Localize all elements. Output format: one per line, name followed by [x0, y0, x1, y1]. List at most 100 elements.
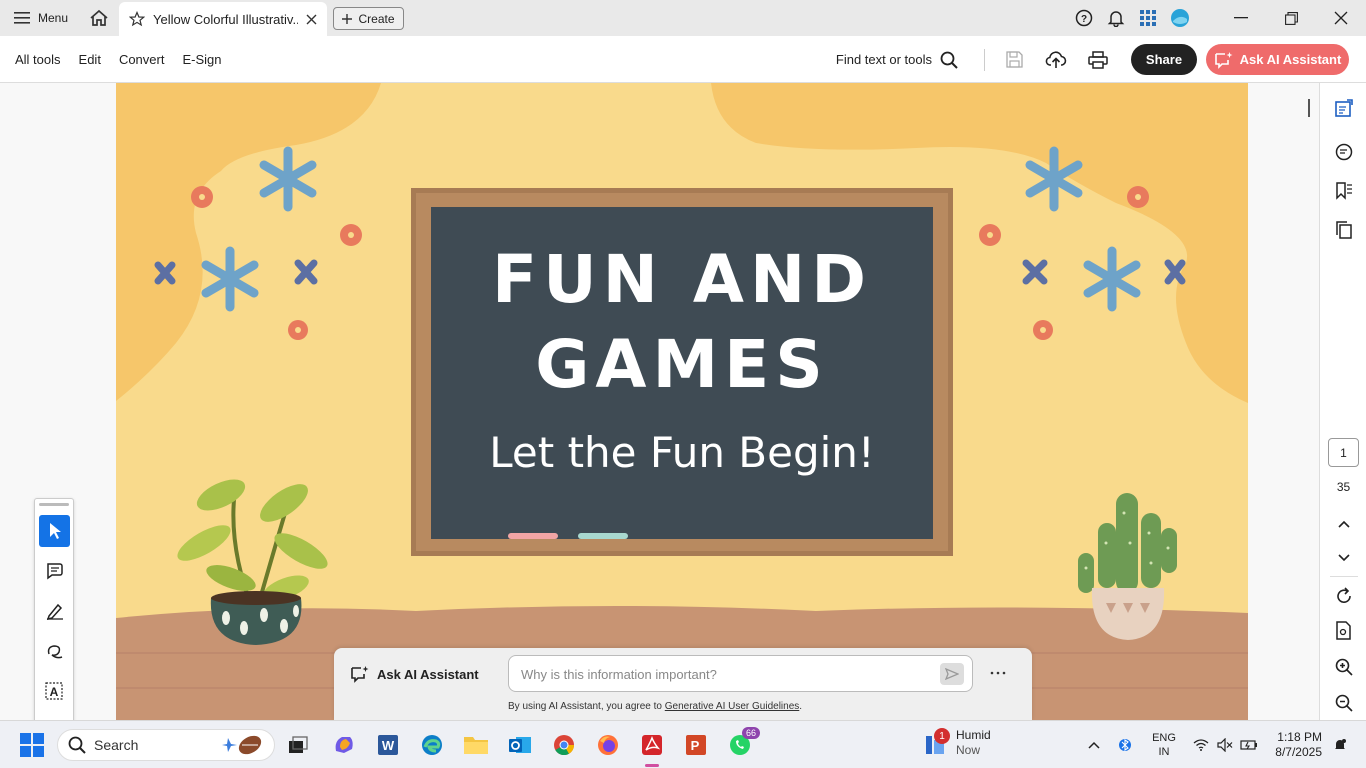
acrobat-app[interactable] [636, 729, 668, 761]
share-label: Share [1145, 52, 1183, 67]
firefox-app[interactable] [592, 729, 624, 761]
menu-all-tools[interactable]: All tools [6, 52, 70, 67]
file-explorer-app[interactable] [460, 729, 492, 761]
cursor-icon [49, 523, 61, 539]
select-tool[interactable] [39, 515, 70, 547]
pen-icon [46, 603, 63, 620]
rail-comments-button[interactable] [1320, 137, 1366, 167]
ai-assistant-bar: Ask AI Assistant Why is this information… [334, 648, 1032, 720]
print-button[interactable] [1077, 36, 1119, 83]
document-tab[interactable]: Yellow Colorful Illustrativ... [119, 2, 327, 36]
comment-tool[interactable] [39, 555, 70, 587]
ai-question-input[interactable]: Why is this information important? [508, 655, 973, 692]
rail-pages-button[interactable] [1320, 215, 1366, 245]
menu-convert[interactable]: Convert [110, 52, 174, 67]
close-tab-icon[interactable] [306, 14, 317, 25]
weather-widget[interactable]: 1 Humid Now [922, 728, 991, 758]
text-tool[interactable]: A [39, 675, 70, 707]
clock[interactable]: 1:18 PM 8/7/2025 [1266, 730, 1322, 760]
chrome-icon [554, 735, 575, 756]
notification-icon [1335, 739, 1346, 749]
battery-tray[interactable] [1238, 721, 1260, 768]
clock-date: 8/7/2025 [1275, 745, 1322, 759]
volume-tray[interactable] [1214, 721, 1236, 768]
zoom-out-button[interactable] [1320, 688, 1366, 718]
pages-icon [1335, 221, 1352, 239]
task-view-button[interactable] [282, 729, 314, 761]
wifi-tray[interactable] [1190, 721, 1212, 768]
bluetooth-tray[interactable] [1114, 721, 1136, 768]
whatsapp-app[interactable]: 66 [724, 727, 760, 761]
comment-icon [46, 563, 63, 580]
edit-panel-icon [1334, 99, 1353, 117]
scrollbar-thumb[interactable] [1308, 99, 1310, 117]
ai-input-placeholder: Why is this information important? [521, 667, 717, 682]
svg-text:W: W [382, 738, 395, 753]
more-icon [990, 671, 1006, 675]
toolbar-right: Find text or tools Share Ask AI Assistan… [836, 36, 1366, 83]
panel-grip[interactable] [39, 503, 69, 506]
show-hidden-icons-button[interactable] [1082, 721, 1106, 768]
star-icon[interactable] [129, 11, 145, 27]
menu-e-sign[interactable]: E-Sign [173, 52, 230, 67]
close-window-button[interactable] [1316, 0, 1366, 36]
minimize-button[interactable] [1216, 0, 1266, 36]
outlook-app[interactable] [504, 729, 536, 761]
word-app[interactable]: W [372, 729, 404, 761]
highlight-tool[interactable] [39, 595, 70, 627]
rotate-icon [1336, 587, 1351, 603]
ask-ai-assistant-button[interactable]: Ask AI Assistant [1206, 44, 1349, 75]
rail-edit-button[interactable] [1320, 93, 1366, 123]
rail-bookmarks-button[interactable] [1320, 176, 1366, 206]
menu-edit[interactable]: Edit [70, 52, 110, 67]
chevron-up-icon [1337, 520, 1350, 528]
previous-page-button[interactable] [1320, 509, 1366, 539]
chrome-app[interactable] [548, 729, 580, 761]
notification-center-button[interactable] [1328, 721, 1352, 768]
create-button[interactable]: Create [333, 7, 404, 30]
rotate-button[interactable] [1320, 581, 1366, 611]
zoom-in-icon [1335, 658, 1353, 676]
upload-button[interactable] [1035, 36, 1077, 83]
language-indicator[interactable]: ENG IN [1146, 721, 1182, 768]
weather-text: Humid Now [956, 728, 991, 758]
tool-menu: All tools Edit Convert E-Sign [6, 52, 231, 67]
app-toolbar: All tools Edit Convert E-Sign Find text … [0, 36, 1366, 83]
apps-button[interactable] [1132, 0, 1164, 36]
slide-page: FUN AND GAMES Let the Fun Begin! [116, 83, 1248, 720]
home-button[interactable] [79, 0, 119, 36]
send-button[interactable] [940, 663, 964, 685]
disclaimer-period: . [799, 701, 803, 712]
tab-title: Yellow Colorful Illustrativ... [153, 11, 298, 27]
start-button[interactable] [16, 729, 48, 761]
zoom-out-icon [1335, 694, 1353, 712]
page-tools-button[interactable] [1320, 616, 1366, 646]
wifi-icon [1193, 739, 1209, 751]
notifications-button[interactable] [1100, 0, 1132, 36]
ai-more-options-button[interactable] [990, 662, 1006, 680]
volume-muted-icon [1217, 738, 1233, 752]
cloud-upload-icon [1045, 50, 1067, 68]
bookmark-icon [1335, 182, 1352, 200]
weather-title: Humid [956, 728, 991, 742]
copilot-app[interactable] [328, 729, 360, 761]
taskbar-search[interactable]: Search [57, 729, 275, 761]
edge-app[interactable] [416, 729, 448, 761]
help-button[interactable]: ? [1068, 0, 1100, 36]
save-icon [1005, 51, 1023, 68]
clock-time: 1:18 PM [1277, 730, 1322, 744]
zoom-in-button[interactable] [1320, 652, 1366, 682]
disclaimer-text: By using AI Assistant, you agree to [508, 701, 665, 712]
powerpoint-app[interactable]: P [680, 729, 712, 761]
find-tools-button[interactable]: Find text or tools [836, 51, 958, 69]
current-page-input[interactable]: 1 [1328, 438, 1359, 467]
guidelines-link[interactable]: Generative AI User Guidelines [665, 701, 800, 712]
next-page-button[interactable] [1320, 543, 1366, 573]
menu-button[interactable]: Menu [0, 0, 82, 36]
share-button[interactable]: Share [1131, 44, 1197, 75]
ai-assistant-label: Ask AI Assistant [350, 665, 479, 683]
profile-button[interactable] [1164, 0, 1196, 36]
draw-tool[interactable] [39, 635, 70, 667]
restore-button[interactable] [1266, 0, 1316, 36]
save-button[interactable] [993, 36, 1035, 83]
